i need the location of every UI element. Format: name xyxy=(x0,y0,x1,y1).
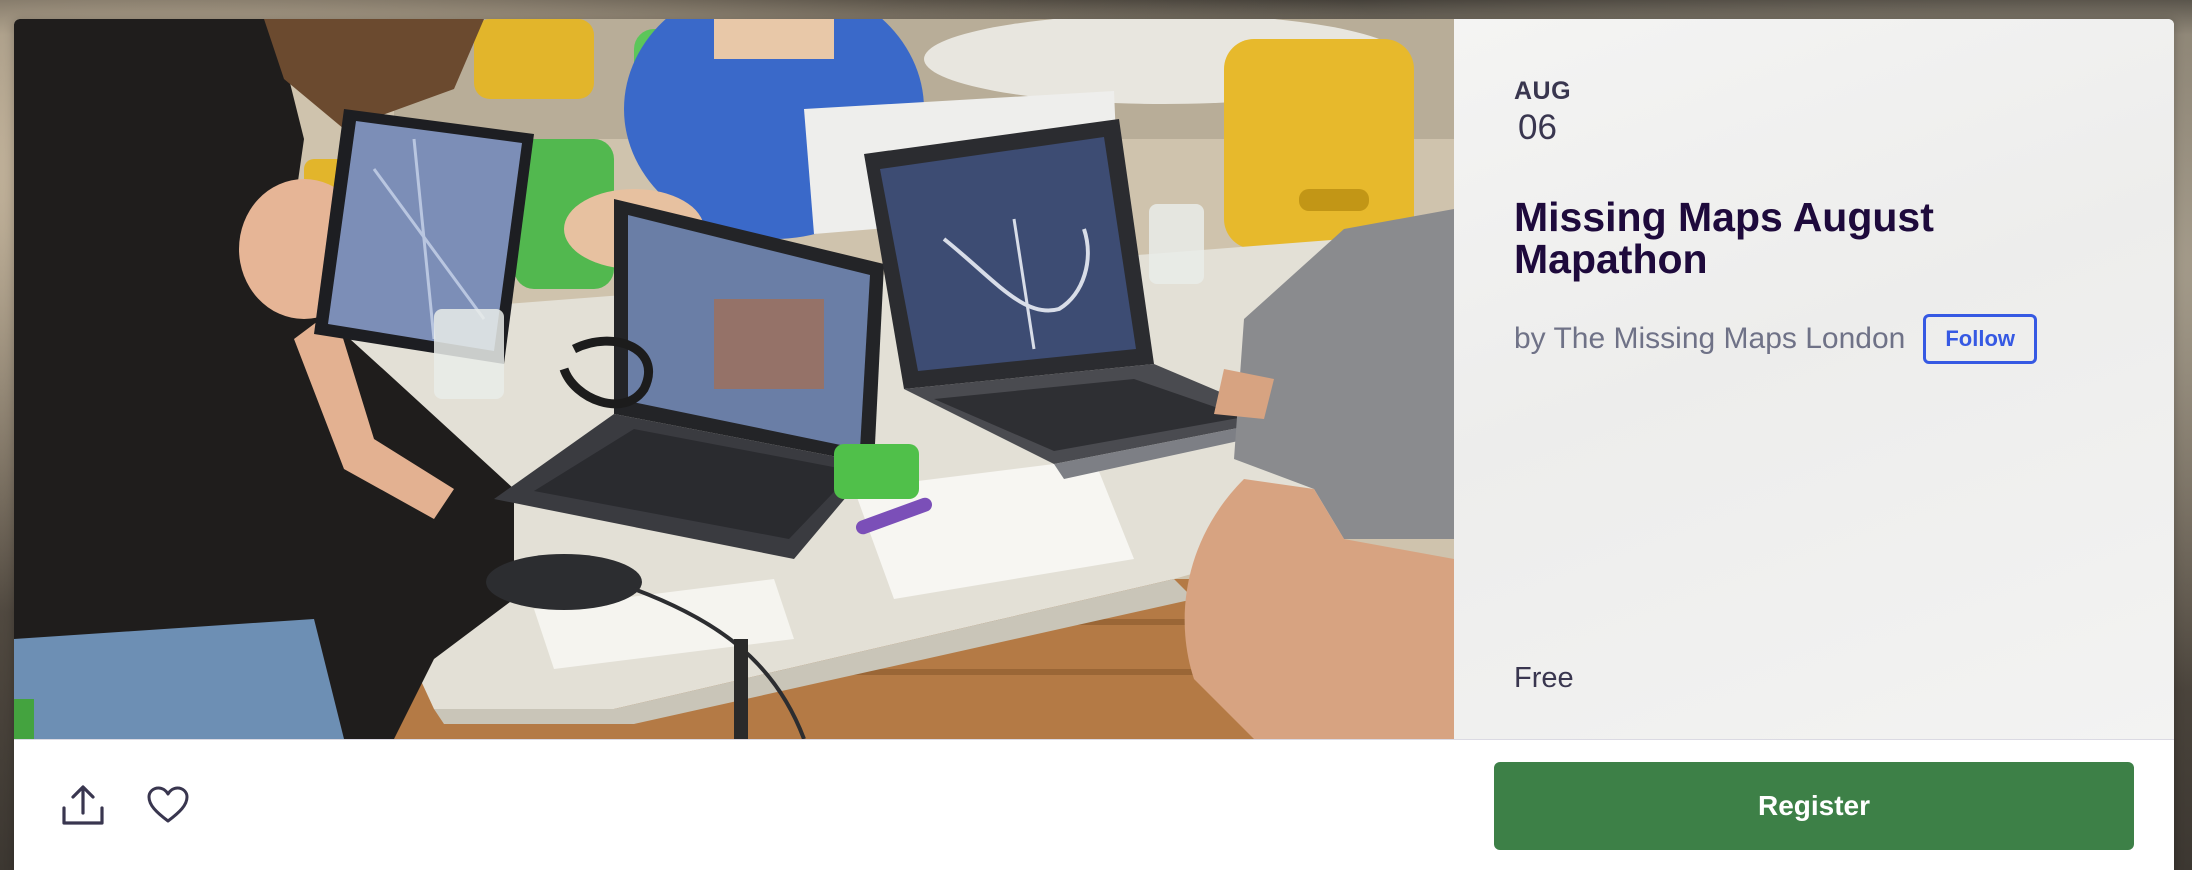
event-title: Missing Maps August Mapathon xyxy=(1514,194,1934,282)
organizer-row: by The Missing Maps London Follow xyxy=(1514,314,2114,364)
register-button[interactable]: Register xyxy=(1494,762,2134,850)
event-action-bar: Register xyxy=(14,739,2174,870)
event-date-day: 06 xyxy=(1518,108,1557,147)
like-button[interactable] xyxy=(143,780,193,830)
event-date-month: AUG xyxy=(1514,77,1572,105)
event-hero-image xyxy=(14,19,1454,739)
event-info-panel: AUG 06 Missing Maps August Mapathon by T… xyxy=(1454,19,2174,739)
heart-outline-icon xyxy=(147,786,189,823)
event-price: Free xyxy=(1514,662,1574,694)
organizer-name: by The Missing Maps London xyxy=(1514,322,1906,355)
share-upload-icon xyxy=(62,785,104,825)
follow-button[interactable]: Follow xyxy=(1923,314,2037,364)
mapathon-photo-illustration xyxy=(14,19,1454,739)
event-card: AUG 06 Missing Maps August Mapathon by T… xyxy=(14,19,2174,870)
share-button[interactable] xyxy=(58,780,108,830)
